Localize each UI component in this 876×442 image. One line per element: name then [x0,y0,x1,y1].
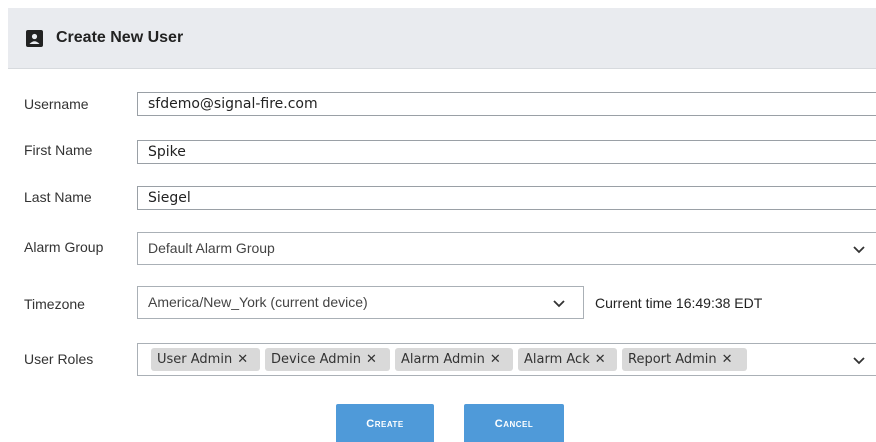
last-name-label: Last Name [24,189,92,205]
role-tag: Device Admin ✕ [265,348,390,371]
chevron-down-icon[interactable] [853,246,865,254]
role-tag-label: Device Admin [271,352,362,367]
timezone-select[interactable]: America/New_York (current device) [137,286,584,319]
role-tag-label: Alarm Ack [524,352,590,367]
role-tag-label: Report Admin [628,352,717,367]
alarm-group-select[interactable]: Default Alarm Group [137,232,876,265]
role-tag: Alarm Admin ✕ [395,348,513,371]
username-label: Username [24,96,89,112]
chevron-down-icon[interactable] [853,357,865,365]
alarm-group-label: Alarm Group [24,239,104,255]
remove-icon[interactable]: ✕ [366,348,377,371]
dialog-title: Create New User [56,29,184,46]
role-tag-label: User Admin [157,352,233,367]
username-input[interactable]: sfdemo@signal-fire.com [137,92,876,116]
user-roles-label: User Roles [24,351,94,367]
cancel-button[interactable]: Cancel [464,404,564,442]
timezone-value: America/New_York (current device) [148,294,368,310]
remove-icon[interactable]: ✕ [722,348,733,371]
role-tag: User Admin ✕ [151,348,260,371]
role-tag-label: Alarm Admin [401,352,485,367]
role-tag: Alarm Ack ✕ [518,348,617,371]
current-time-text: Current time 16:49:38 EDT [595,295,763,311]
last-name-input[interactable]: Siegel [137,186,876,210]
alarm-group-value: Default Alarm Group [148,240,275,256]
remove-icon[interactable]: ✕ [595,348,606,371]
first-name-label: First Name [24,142,93,158]
role-tag: Report Admin ✕ [622,348,747,371]
remove-icon[interactable]: ✕ [237,348,248,371]
remove-icon[interactable]: ✕ [490,348,501,371]
first-name-input[interactable]: Spike [137,140,876,164]
user-card-icon [26,30,43,47]
timezone-label: Timezone [24,296,85,312]
dialog-header: Create New User [8,8,876,69]
chevron-down-icon[interactable] [553,300,565,308]
create-button[interactable]: Create [336,404,434,442]
